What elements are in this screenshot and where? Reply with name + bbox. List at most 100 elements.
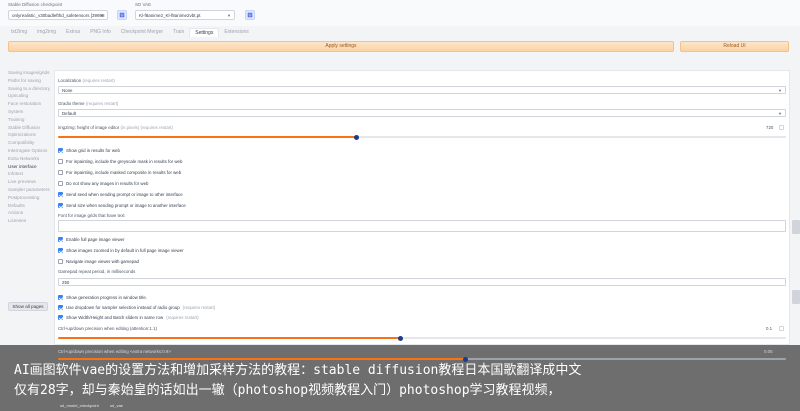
sidebar-item[interactable]: Training [8,117,52,122]
gradio-theme-select[interactable]: Default ▼ [58,109,786,117]
slider-handle[interactable] [397,335,403,341]
ctrl-precision-slider[interactable] [58,335,786,341]
ctrl2-precision-value: 0.05 [764,349,773,354]
reset-icon[interactable] [779,326,784,331]
sidebar-item[interactable]: Licenses [8,218,52,223]
img-editor-height-slider[interactable] [58,134,786,140]
ctrl-precision-value: 0.1 [766,326,773,331]
vae-select[interactable]: Kl-f8anime2_Kl-f8anime2vbt.pt ▼ [135,10,235,20]
scrollbar-thumb[interactable] [792,290,800,304]
slider-fill [58,136,357,138]
checkbox-checked[interactable] [58,147,63,153]
reset-icon[interactable] [779,125,784,130]
checkbox-checked[interactable] [58,191,63,197]
gamepad-repeat-input[interactable]: 250 [58,278,786,286]
refresh-icon [119,12,125,18]
checkbox-label: For inpainting, include masked composite… [66,169,182,175]
setting-checkbox-row[interactable]: Show images zoomed in by default in full… [58,247,184,253]
checkbox-unchecked[interactable] [58,180,63,186]
refresh-vae-button[interactable] [245,10,255,20]
vae-value: Kl-f8anime2_Kl-f8anime2vbt.pt [139,13,201,18]
sidebar-item[interactable]: Extra Networks [8,156,52,161]
main-tabs: txt2img img2img Extras PNG Info Checkpoi… [6,28,254,37]
setting-checkbox-row[interactable]: Show Width/Height and Batch sliders in s… [58,314,199,320]
checkbox-unchecked[interactable] [58,258,63,264]
gamepad-repeat-value: 250 [62,280,70,285]
tab-img2img[interactable]: img2img [32,28,61,37]
caption-line-1: AI画图软件vae的设置方法和增加采样方法的教程：stable diffusio… [14,363,582,378]
tab-extras[interactable]: Extras [61,28,85,37]
tab-train[interactable]: Train [168,28,189,37]
chevron-down-icon: ▼ [100,13,104,18]
gradio-theme-label: Gradio theme (requires restart) [58,101,119,106]
sidebar-item[interactable]: Stable Diffusion [8,125,52,130]
setting-checkbox-row[interactable]: Use dropdown for sampler selection inste… [58,304,215,310]
sidebar-item[interactable]: Saving to a directory [8,86,52,91]
sidebar-item[interactable]: User interface [8,164,52,169]
tab-txt2img[interactable]: txt2img [6,28,32,37]
localization-select[interactable]: None ▼ [58,86,786,94]
checkbox-note: (requires restart) [166,314,199,320]
font-label: Font for image grids that have text [58,213,125,218]
quicksetting-checkpoint-tag: sd_model_checkpoint [60,403,99,408]
tab-png-info[interactable]: PNG Info [85,28,116,37]
setting-checkbox-row[interactable]: Show generation progress in window title… [58,294,147,300]
setting-checkbox-row[interactable]: Do not show any images in results for we… [58,180,149,186]
setting-checkbox-row[interactable]: For inpainting, include the greyscale ma… [58,158,182,164]
font-input[interactable] [58,220,786,232]
sidebar-item[interactable]: Sampler parameters [8,187,52,192]
reload-ui-button[interactable]: Reload UI [680,41,789,52]
sidebar-item[interactable]: Infotext [8,171,52,176]
setting-checkbox-row[interactable]: Navigate image viewer with gamepad [58,258,139,264]
img-editor-height-label: img2img: height of image editor (in pixe… [58,125,173,130]
checkbox-unchecked[interactable] [58,158,63,164]
sidebar-item[interactable]: Live previews [8,179,52,184]
refresh-icon [247,12,253,18]
tab-settings[interactable]: Settings [189,28,220,37]
checkpoint-value: onlyrealistic_v30badlefthd_safetensors [… [12,13,105,18]
setting-checkbox-row[interactable]: Send seed when sending prompt or image t… [58,191,183,197]
checkbox-checked[interactable] [58,314,63,320]
sidebar-item[interactable]: Face restoration [8,101,52,106]
setting-checkbox-row[interactable]: For inpainting, include masked composite… [58,169,181,175]
tab-extensions[interactable]: Extensions [219,28,253,37]
sidebar-item[interactable]: Interrogate Options [8,148,52,153]
checkpoint-select[interactable]: onlyrealistic_v30badlefthd_safetensors [… [8,10,108,20]
checkbox-label: Do not show any images in results for we… [66,180,149,186]
setting-checkbox-row[interactable]: Show grid in results for web [58,147,120,153]
gradio-theme-value: Default [62,111,76,116]
sidebar-item[interactable]: System [8,109,52,114]
sidebar-item[interactable]: Defaults [8,203,52,208]
ctrl-precision-label: Ctrl+up/down precision when editing (att… [58,326,157,331]
sidebar-item[interactable]: Paths for saving [8,78,52,83]
setting-checkbox-row[interactable]: Enable full page image viewer [58,236,125,242]
img-editor-height-value: 720 [766,125,774,130]
settings-sidebar: Saving images/grids Paths for saving Savin… [8,70,52,226]
scrollbar-thumb[interactable] [792,220,800,234]
localization-label: Localization (requires restart) [58,78,115,83]
sidebar-item[interactable]: Actions [8,210,52,215]
sidebar-item[interactable]: Upscaling [8,93,52,98]
vae-label: SD VAE [135,2,152,7]
slider-handle[interactable] [353,134,359,140]
slider-fill [58,337,401,339]
apply-settings-button[interactable]: Apply settings [8,41,674,52]
checkbox-checked[interactable] [58,294,63,300]
checkbox-label: Show Width/Height and Batch sliders in s… [66,314,164,320]
show-all-pages-button[interactable]: Show all pages [8,302,48,311]
setting-checkbox-row[interactable]: Send size when sending prompt or image t… [58,202,186,208]
gamepad-repeat-label: Gamepad repeat period, in milliseconds [58,269,136,274]
checkbox-unchecked[interactable] [58,169,63,175]
checkbox-checked[interactable] [58,247,63,253]
tab-checkpoint-merger[interactable]: Checkpoint Merger [116,28,168,37]
sidebar-item[interactable]: Optimizations [8,132,52,137]
quicksetting-vae-tag: sd_vae [110,403,123,408]
sidebar-item[interactable]: Saving images/grids [8,70,52,75]
checkbox-checked[interactable] [58,202,63,208]
sidebar-item[interactable]: Compatibility [8,140,52,145]
checkbox-checked[interactable] [58,304,63,310]
sidebar-item[interactable]: Postprocessing [8,195,52,200]
checkbox-checked[interactable] [58,236,63,242]
checkbox-label: Send seed when sending prompt or image t… [66,191,183,197]
refresh-checkpoint-button[interactable] [117,10,127,20]
